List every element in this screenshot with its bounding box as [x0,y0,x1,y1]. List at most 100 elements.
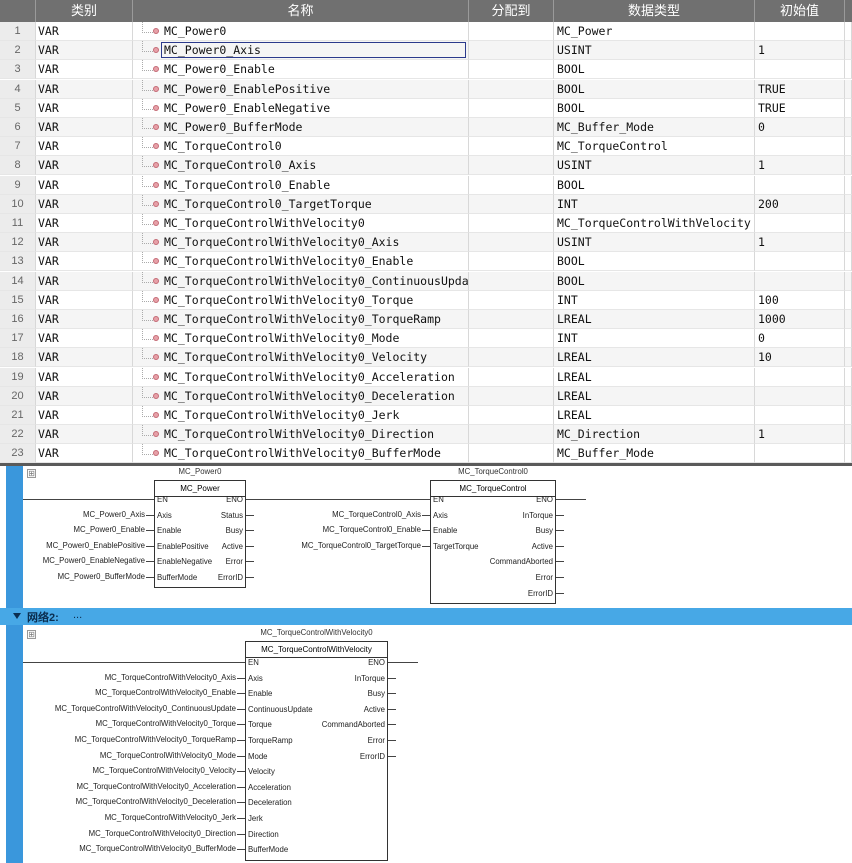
name-cell[interactable]: MC_TorqueControlWithVelocity0_Enable [133,252,469,272]
name-cell[interactable]: MC_Power0_EnablePositive [133,79,469,99]
category-cell[interactable]: VAR [36,60,133,80]
name-cell[interactable]: MC_Power0_Axis [133,41,469,61]
initial-value-cell[interactable] [755,252,845,272]
category-cell[interactable]: VAR [36,98,133,118]
name-cell[interactable]: MC_Power0 [133,22,469,41]
datatype-cell[interactable]: LREAL [554,348,755,368]
input-variable[interactable]: MC_TorqueControlWithVelocity0_Decelerati… [76,797,236,806]
table-row[interactable]: 6 VAR MC_Power0_BufferMode MC_Buffer_Mode 0 [0,118,852,137]
assign-cell[interactable] [469,41,554,61]
assign-cell[interactable] [469,118,554,137]
table-row[interactable]: 9 VAR MC_TorqueControl0_Enable BOOL [0,175,852,195]
assign-cell[interactable] [469,22,554,41]
initial-value-cell[interactable] [755,367,845,387]
datatype-cell[interactable]: LREAL [554,367,755,387]
table-row[interactable]: 7 VAR MC_TorqueControl0 MC_TorqueControl [0,137,852,157]
name-cell[interactable]: MC_TorqueControlWithVelocity0_Accelerati… [133,367,469,387]
input-variable[interactable]: MC_TorqueControlWithVelocity0_Mode [100,751,236,760]
datatype-cell[interactable]: BOOL [554,60,755,80]
datatype-cell[interactable]: BOOL [554,98,755,118]
category-cell[interactable]: VAR [36,137,133,157]
initial-value-cell[interactable] [755,444,845,463]
splitter-bar[interactable] [0,463,852,466]
name-cell[interactable]: MC_Power0_EnableNegative [133,98,469,118]
assign-cell[interactable] [469,175,554,195]
table-row[interactable]: 15 VAR MC_TorqueControlWithVelocity0_Torqu… [0,290,852,310]
input-variable[interactable]: MC_TorqueControlWithVelocity0_Velocity [93,766,236,775]
input-variable[interactable]: MC_TorqueControlWithVelocity0_Continuous… [55,704,236,713]
name-cell[interactable]: MC_TorqueControlWithVelocity0_Mode [133,329,469,349]
datatype-cell[interactable]: USINT [554,156,755,176]
initial-value-cell[interactable]: 1000 [755,310,845,329]
name-cell[interactable]: MC_TorqueControlWithVelocity0_Velocity [133,348,469,368]
initial-value-cell[interactable]: TRUE [755,79,845,99]
table-row[interactable]: 5 VAR MC_Power0_EnableNegative BOOL TRUE [0,98,852,118]
datatype-cell[interactable]: INT [554,194,755,214]
function-block[interactable]: MC_TorqueControl EN Axis Enable TargetTorque… [430,480,556,604]
table-row[interactable]: 8 VAR MC_TorqueControl0_Axis USINT 1 [0,156,852,176]
datatype-cell[interactable]: BOOL [554,271,755,291]
input-variable[interactable]: MC_TorqueControl0_Enable [323,525,421,534]
function-block[interactable]: MC_TorqueControlWithVelocity EN Axis Enable… [245,641,388,861]
category-cell[interactable]: VAR [36,252,133,272]
name-cell[interactable]: MC_TorqueControlWithVelocity0_Direction [133,425,469,445]
initial-value-cell[interactable] [755,60,845,80]
header-name[interactable]: 名称 [133,0,469,22]
category-cell[interactable]: VAR [36,310,133,329]
input-variable[interactable]: MC_Power0_EnableNegative [43,556,145,565]
category-cell[interactable]: VAR [36,194,133,214]
initial-value-cell[interactable] [755,406,845,425]
table-row[interactable]: 13 VAR MC_TorqueControlWithVelocity0_Enabl… [0,252,852,272]
datatype-cell[interactable]: LREAL [554,310,755,329]
expand-network2-icon[interactable]: ⊞ [27,630,36,639]
datatype-cell[interactable]: MC_Direction [554,425,755,445]
table-row[interactable]: 4 VAR MC_Power0_EnablePositive BOOL TRUE [0,79,852,99]
table-row[interactable]: 10 VAR MC_TorqueControl0_TargetTorque INT 20… [0,194,852,214]
category-cell[interactable]: VAR [36,348,133,368]
name-cell[interactable]: MC_TorqueControlWithVelocity0_TorqueRamp [133,310,469,329]
input-variable[interactable]: MC_TorqueControl0_TargetTorque [301,541,421,550]
assign-cell[interactable] [469,98,554,118]
datatype-cell[interactable]: INT [554,329,755,349]
table-row[interactable]: 21 VAR MC_TorqueControlWithVelocity0_Jerk L… [0,406,852,425]
category-cell[interactable]: VAR [36,41,133,61]
category-cell[interactable]: VAR [36,406,133,425]
datatype-cell[interactable]: MC_TorqueControlWithVelocity [554,214,755,233]
table-row[interactable]: 14 VAR MC_TorqueControlWithVelocity0_Conti… [0,271,852,291]
input-variable[interactable]: MC_TorqueControlWithVelocity0_Jerk [105,813,236,822]
name-cell[interactable]: MC_TorqueControlWithVelocity0_Axis [133,233,469,253]
function-block[interactable]: MC_Power EN Axis Enable EnablePositive Enable… [154,480,246,588]
collapse-triangle-icon[interactable] [13,613,21,619]
network2-comment[interactable]: ... [73,609,82,621]
assign-cell[interactable] [469,310,554,329]
initial-value-cell[interactable]: 1 [755,233,845,253]
assign-cell[interactable] [469,406,554,425]
input-variable[interactable]: MC_TorqueControlWithVelocity0_Direction [89,829,236,838]
assign-cell[interactable] [469,367,554,387]
input-variable[interactable]: MC_TorqueControlWithVelocity0_Torque [96,719,236,728]
category-cell[interactable]: VAR [36,271,133,291]
category-cell[interactable]: VAR [36,175,133,195]
initial-value-cell[interactable]: 0 [755,329,845,349]
assign-cell[interactable] [469,214,554,233]
category-cell[interactable]: VAR [36,329,133,349]
assign-cell[interactable] [469,194,554,214]
table-row[interactable]: 22 VAR MC_TorqueControlWithVelocity0_Direc… [0,425,852,445]
input-variable[interactable]: MC_Power0_Axis [83,510,145,519]
table-row[interactable]: 23 VAR MC_TorqueControlWithVelocity0_Buffe… [0,444,852,463]
assign-cell[interactable] [469,156,554,176]
table-row[interactable]: 17 VAR MC_TorqueControlWithVelocity0_Mode I… [0,329,852,349]
table-row[interactable]: 2 VAR MC_Power0_Axis USINT 1 [0,41,852,61]
datatype-cell[interactable]: BOOL [554,79,755,99]
input-variable[interactable]: MC_TorqueControlWithVelocity0_Enable [95,688,236,697]
assign-cell[interactable] [469,348,554,368]
initial-value-cell[interactable]: 200 [755,194,845,214]
table-row[interactable]: 18 VAR MC_TorqueControlWithVelocity0_Veloc… [0,348,852,368]
name-cell[interactable]: MC_Power0_BufferMode [133,118,469,137]
initial-value-cell[interactable] [755,214,845,233]
category-cell[interactable]: VAR [36,233,133,253]
initial-value-cell[interactable]: 100 [755,290,845,310]
input-variable[interactable]: MC_Power0_BufferMode [58,572,145,581]
name-cell[interactable]: MC_TorqueControlWithVelocity0 [133,214,469,233]
category-cell[interactable]: VAR [36,425,133,445]
